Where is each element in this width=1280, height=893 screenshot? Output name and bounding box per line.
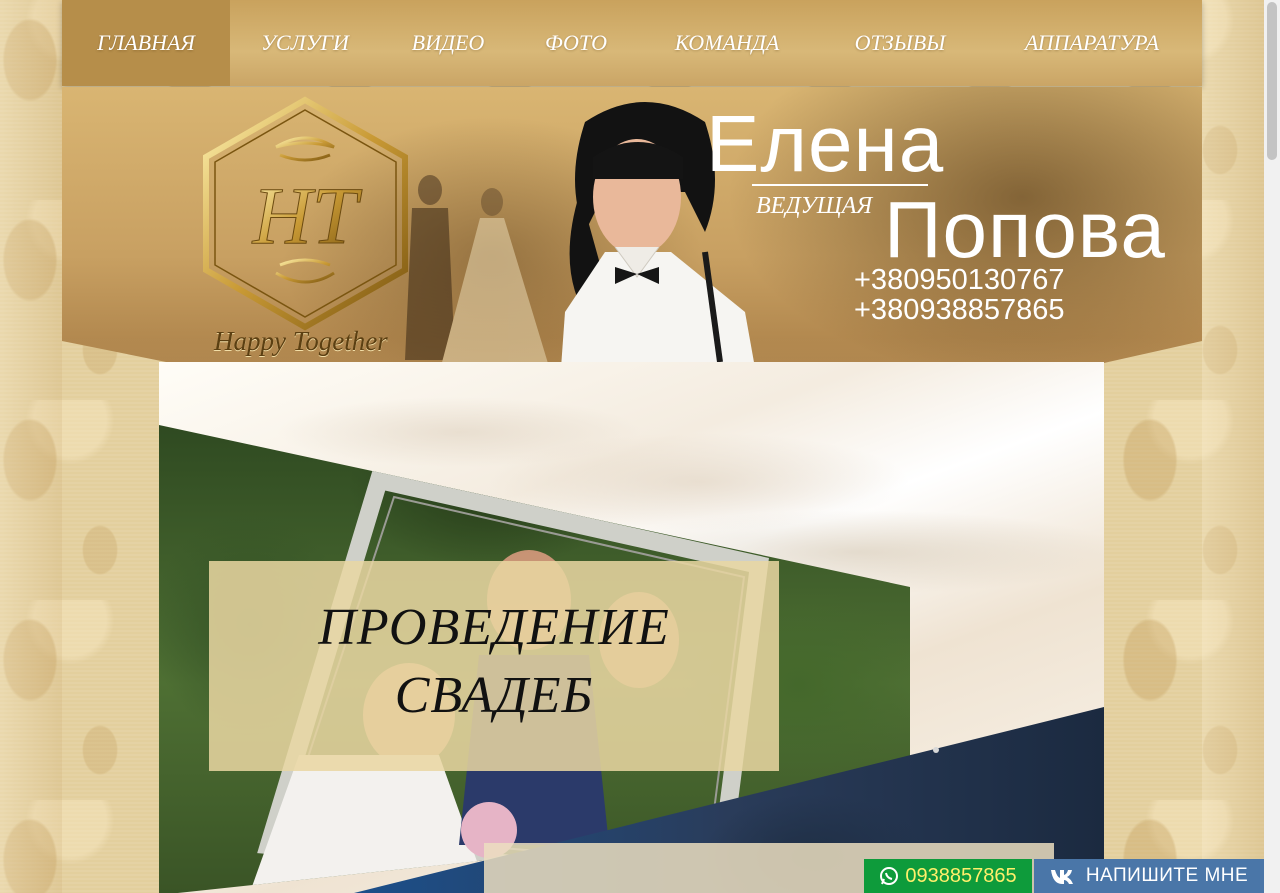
slide-caption-line2: СВАДЕБ — [394, 667, 594, 724]
nav-item-photo[interactable]: ФОТО — [516, 0, 636, 86]
nav-item-services[interactable]: УСЛУГИ — [230, 0, 380, 86]
whatsapp-number: 0938857865 — [905, 864, 1017, 887]
nav-item-home[interactable]: ГЛАВНАЯ — [62, 0, 230, 86]
logo-script-text: Happy Together — [214, 326, 388, 356]
logo-monogram: HT — [252, 170, 363, 261]
left-decor — [0, 0, 62, 893]
nav-item-team[interactable]: КОМАНДА — [636, 0, 818, 86]
host-role: ВЕДУЩАЯ — [756, 193, 873, 219]
vk-icon — [1050, 870, 1073, 884]
nav-item-reviews[interactable]: ОТЗЫВЫ — [818, 0, 982, 86]
nav-item-video[interactable]: ВИДЕО — [380, 0, 516, 86]
phone-2[interactable]: +380938857865 — [854, 294, 1064, 327]
scrollbar-thumb[interactable] — [1267, 2, 1277, 160]
scrollbar[interactable] — [1264, 0, 1280, 893]
host-last-name: Попова — [884, 185, 1166, 274]
vk-message-button[interactable]: НАПИШИТЕ МНЕ — [1034, 859, 1264, 893]
right-decor — [1202, 0, 1264, 893]
slide-caption-line1: ПРОВЕДЕНИЕ — [318, 599, 670, 656]
nav-item-equipment[interactable]: АППАРАТУРА — [982, 0, 1202, 86]
main-nav: ГЛАВНАЯ УСЛУГИ ВИДЕО ФОТО КОМАНДА ОТЗЫВЫ… — [62, 0, 1202, 86]
whatsapp-icon — [880, 867, 899, 885]
vk-label: НАПИШИТЕ МНЕ — [1085, 865, 1249, 886]
phone-1[interactable]: +380950130767 — [854, 264, 1064, 297]
slider-dot[interactable] — [933, 747, 939, 753]
whatsapp-button[interactable]: 0938857865 — [864, 859, 1032, 893]
host-first-name: Елена — [706, 99, 945, 188]
main-content: ПРОВЕДЕНИЕ СВАДЕБ — [159, 362, 1104, 893]
